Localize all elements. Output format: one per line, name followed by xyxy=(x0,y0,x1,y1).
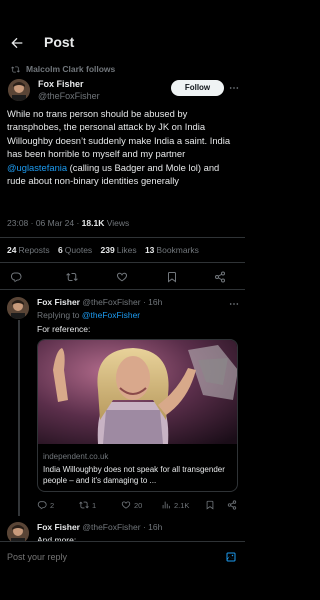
tweet-action-bar xyxy=(0,271,245,285)
tweet-text-part1: While no trans person should be abused b… xyxy=(7,108,231,160)
bookmark-icon[interactable] xyxy=(166,271,178,283)
replying-to: Replying to @theFoxFisher xyxy=(37,310,141,320)
reply-action-reply[interactable]: 2 xyxy=(37,500,54,510)
card-image xyxy=(38,340,237,444)
stat-quotes[interactable]: 6 Quotes xyxy=(58,245,92,255)
page-title: Post xyxy=(44,34,75,50)
avatar[interactable] xyxy=(8,79,30,101)
reply-action-views[interactable]: 2.1K xyxy=(161,500,189,510)
views-icon xyxy=(162,501,170,509)
social-context[interactable]: Malcolm Clark follows xyxy=(8,64,115,74)
divider xyxy=(0,237,245,238)
repost-icon[interactable] xyxy=(66,271,78,283)
link-card[interactable]: independent.co.uk India Willoughby does … xyxy=(37,339,238,492)
stat-likes[interactable]: 239 Likes xyxy=(101,245,137,255)
reply-action-bar: 2 1 20 2.1K xyxy=(37,500,242,512)
social-context-label: Malcolm Clark follows xyxy=(26,64,116,74)
reply-author-meta: @theFoxFisher · 16h xyxy=(79,297,163,307)
reply-input[interactable] xyxy=(7,552,207,562)
like-icon xyxy=(121,501,131,509)
avatar[interactable] xyxy=(7,297,29,319)
stat-bookmarks[interactable]: 13 Bookmarks xyxy=(145,245,199,255)
card-domain: independent.co.uk xyxy=(43,452,109,461)
views-count: 18.1K xyxy=(81,218,105,228)
divider xyxy=(0,262,245,263)
author-handle[interactable]: @theFoxFisher xyxy=(38,91,100,101)
mention-link[interactable]: @uglastefania xyxy=(7,162,67,173)
more-icon[interactable] xyxy=(229,299,239,309)
tweet-stats: 24 Reposts 6 Quotes 239 Likes 13 Bookmarks xyxy=(7,245,205,255)
image-icon[interactable] xyxy=(225,551,237,563)
share-icon xyxy=(227,500,237,510)
replying-handle-link[interactable]: @theFoxFisher xyxy=(82,310,140,320)
tweet-meta: 23:08 · 06 Mar 24 · 18.1K Views xyxy=(7,218,129,228)
thread-line xyxy=(18,320,20,516)
reply-author-name[interactable]: Fox Fisher xyxy=(37,297,80,307)
reply-text: For reference: xyxy=(37,324,91,334)
stat-reposts[interactable]: 24 Reposts xyxy=(7,245,50,255)
reply-composer xyxy=(0,541,245,600)
share-icon[interactable] xyxy=(214,271,226,283)
views-label: Views xyxy=(104,218,130,228)
more-icon[interactable] xyxy=(229,83,239,93)
reply-author-name[interactable]: Fox Fisher xyxy=(37,522,80,532)
reply-action-repost[interactable]: 1 xyxy=(79,500,96,510)
reply-action-bookmark[interactable] xyxy=(205,500,218,510)
tweet-time[interactable]: 23:08 · 06 Mar 24 · xyxy=(7,218,82,228)
repost-icon xyxy=(79,501,89,509)
card-title: India Willoughby does not speak for all … xyxy=(43,465,225,485)
tweet-text: While no trans person should be abused b… xyxy=(7,107,239,187)
bookmark-icon xyxy=(206,500,214,510)
reply-action-like[interactable]: 20 xyxy=(121,500,142,510)
reply-header: Fox Fisher @theFoxFisher · 16h xyxy=(37,297,162,307)
reply-header: Fox Fisher @theFoxFisher · 16h xyxy=(37,522,162,532)
top-bar: Post xyxy=(0,30,245,56)
like-icon[interactable] xyxy=(116,271,128,283)
reply-icon[interactable] xyxy=(10,271,22,283)
back-arrow-icon[interactable] xyxy=(9,35,25,51)
reply-action-share[interactable] xyxy=(227,500,240,510)
reply-author-meta: @theFoxFisher · 16h xyxy=(79,522,163,532)
reply-icon xyxy=(37,501,47,510)
divider xyxy=(0,289,245,290)
repost-icon xyxy=(11,65,20,73)
author-name[interactable]: Fox Fisher xyxy=(38,79,84,89)
follow-button[interactable]: Follow xyxy=(171,80,224,96)
